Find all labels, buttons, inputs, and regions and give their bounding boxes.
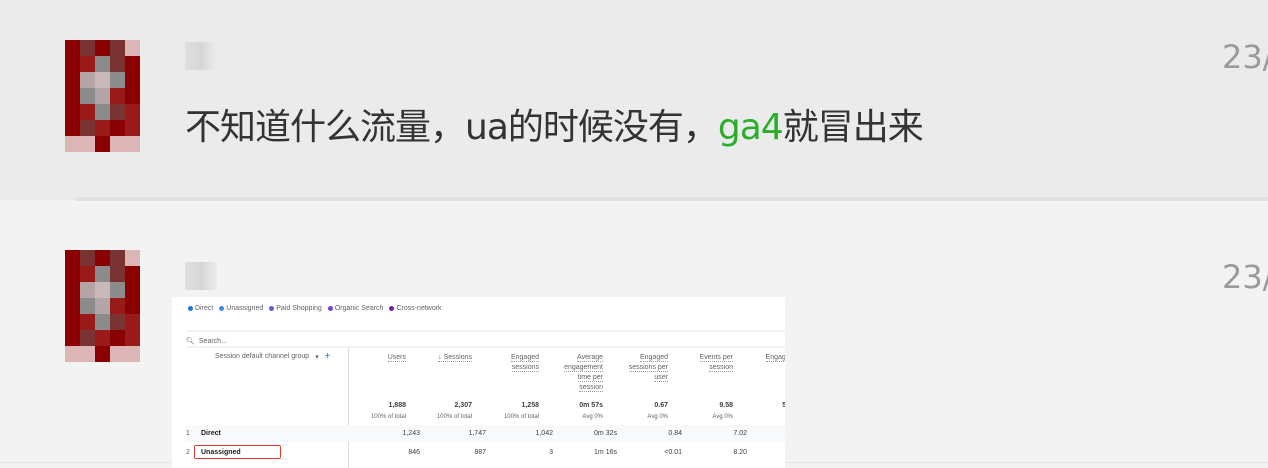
legend-label: Direct	[195, 305, 214, 312]
legend-item[interactable]: Direct	[188, 305, 213, 312]
text-part: 就冒出来	[782, 107, 924, 148]
cell-value: 3	[549, 449, 553, 456]
column-label: Events per session	[699, 354, 733, 372]
dimension-header[interactable]: Session default channel group ▾ +	[215, 351, 331, 362]
legend-item[interactable]: Organic Search	[327, 305, 384, 312]
row-label[interactable]: Direct	[201, 430, 221, 437]
legend-item[interactable]: Paid Shopping	[269, 305, 322, 312]
cell-value: 1,042	[535, 430, 553, 437]
column-header[interactable]: Engaged sessions per user	[620, 353, 668, 383]
column-header[interactable]: Users	[358, 353, 406, 363]
search-input[interactable]: Search...	[199, 338, 227, 345]
cell-value: 1m 16s	[594, 449, 617, 456]
column-label: Average engagement time per session	[564, 354, 603, 392]
column-total: 2,307	[454, 402, 472, 409]
legend-item[interactable]: Unassigned	[219, 305, 263, 312]
cell-value: 0m 32s	[594, 430, 617, 437]
chart-legend: Direct Unassigned Paid Shopping Organic Sea…	[188, 305, 442, 312]
add-dimension-icon[interactable]: +	[325, 351, 331, 362]
column-header[interactable]: ↓ Sessions	[424, 353, 472, 363]
cell-value: <0.01	[664, 449, 682, 456]
legend-item[interactable]: Cross-network	[389, 305, 442, 312]
cell-value: 846	[408, 449, 420, 456]
column-label: Engaged sessions per user	[628, 354, 668, 382]
column-total: 54.	[782, 402, 785, 409]
column-total-sub: Avg 0%	[582, 414, 603, 420]
cell-value: 0.84	[668, 430, 682, 437]
legend-dot-icon	[269, 306, 275, 311]
column-label: Engager	[765, 354, 785, 362]
column-total-sub: 100% of total	[503, 414, 539, 420]
avatar[interactable]	[65, 250, 140, 362]
column-total: 9.58	[719, 402, 733, 409]
text-part: 不知道什么流量，ua的时候没有，	[185, 107, 719, 148]
column-header[interactable]: Engaged sessions	[491, 353, 539, 373]
column-total-sub: 100% of total	[370, 414, 406, 420]
column-label: Users	[387, 354, 406, 362]
avatar[interactable]	[65, 40, 140, 152]
table-row[interactable]: 2Unassigned84688731m 16s<0.018.200.	[186, 444, 785, 461]
legend-dot-icon	[219, 306, 225, 311]
column-total: 0m 57s	[579, 402, 603, 409]
message-text: 不知道什么流量，ua的时候没有，ga4就冒出来	[185, 98, 924, 150]
legend-label: Organic Search	[334, 305, 384, 312]
search-bar[interactable]: 🔍︎ Search...	[186, 330, 785, 348]
column-total: 1,888	[388, 402, 406, 409]
highlight-box	[194, 445, 281, 459]
divider	[75, 197, 1268, 201]
row-number: 2	[186, 449, 190, 456]
column-header[interactable]: Events per session	[685, 353, 733, 373]
timestamp: 23/	[1222, 258, 1268, 296]
column-label: ↓ Sessions	[438, 354, 472, 362]
ga4-report-screenshot[interactable]: Direct Unassigned Paid Shopping Organic Sea…	[172, 297, 785, 468]
legend-label: Paid Shopping	[276, 305, 322, 312]
legend-dot-icon	[389, 306, 395, 311]
cell-value: 1,243	[402, 430, 420, 437]
legend-dot-icon	[327, 306, 333, 311]
timestamp: 23/	[1222, 38, 1268, 76]
row-number: 1	[186, 430, 190, 437]
sender-name-blurred	[185, 262, 217, 290]
search-icon: 🔍︎	[186, 338, 195, 345]
column-total: 1,258	[521, 402, 539, 409]
column-total: 0.67	[654, 402, 668, 409]
dropdown-icon[interactable]: ▾	[315, 353, 319, 362]
cell-value: 887	[474, 449, 486, 456]
cell-value: 8.20	[733, 449, 747, 456]
column-total-sub: Avg 0%	[647, 414, 668, 420]
table-row[interactable]: 1Direct1,2431,7471,0420m 32s0.847.0259.	[186, 425, 785, 442]
cell-value: 7.02	[733, 430, 747, 437]
legend-label: Cross-network	[396, 305, 442, 312]
column-total-sub: Avg 0%	[712, 414, 733, 420]
column-total-sub: 100% of total	[436, 414, 472, 420]
column-header[interactable]: Average engagement time per session	[553, 353, 603, 393]
dimension-label: Session default channel group	[215, 353, 310, 360]
legend-label: Unassigned	[226, 305, 264, 312]
column-label: Engaged sessions	[510, 354, 539, 372]
text-highlight: ga4	[717, 107, 784, 148]
column-header[interactable]: Engager	[762, 353, 785, 363]
legend-dot-icon	[188, 306, 193, 311]
cell-value: 1,747	[468, 430, 486, 437]
sender-name-blurred	[185, 42, 217, 70]
